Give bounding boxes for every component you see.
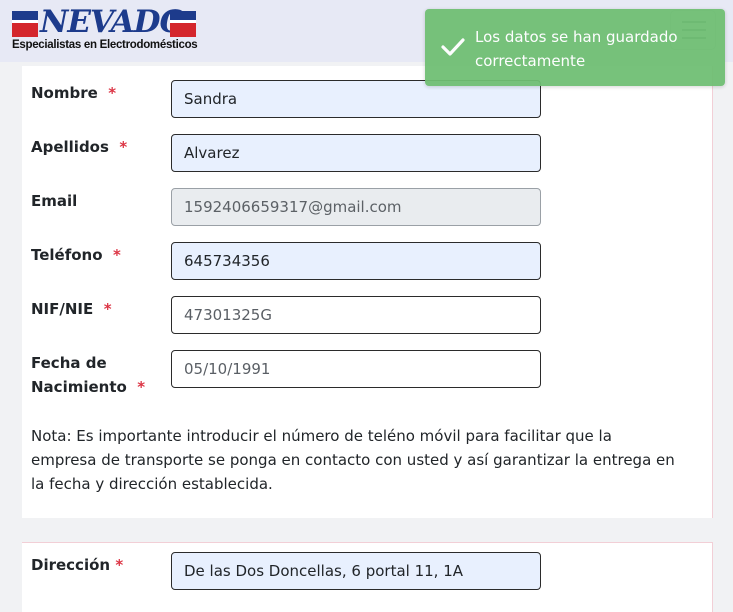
- direccion-label: Dirección *: [31, 556, 124, 574]
- phone-note: Nota: Es importante introducir el número…: [31, 427, 675, 493]
- nevado-logo[interactable]: NEVADO Especialistas en Electrodoméstico…: [12, 4, 198, 52]
- logo-banner: NEVADO: [12, 4, 198, 40]
- logo-subtitle: Especialistas en Electrodomésticos: [12, 39, 198, 51]
- email-field: [171, 188, 541, 226]
- fecha-nacimiento-input[interactable]: [171, 350, 541, 388]
- success-toast[interactable]: Los datos se han guardado correctamente: [425, 9, 725, 86]
- logo-flag-right: [170, 11, 196, 37]
- apellidos-input[interactable]: [171, 134, 541, 172]
- nif-input[interactable]: [171, 296, 541, 334]
- logo-flag-left: [12, 11, 38, 37]
- nombre-label: Nombre *: [31, 84, 117, 102]
- direccion-input[interactable]: [171, 552, 541, 590]
- check-icon: [441, 38, 465, 56]
- nif-label: NIF/NIE *: [31, 300, 112, 318]
- apellidos-label: Apellidos *: [31, 138, 128, 156]
- toast-message: Los datos se han guardado correctamente: [475, 28, 678, 70]
- telefono-label: Teléfono *: [31, 246, 121, 264]
- fecha-nacimiento-label: Fecha de Nacimiento *: [31, 354, 146, 396]
- email-label: Email: [31, 192, 78, 210]
- telefono-input[interactable]: [171, 242, 541, 280]
- logo-wordmark: NEVADO: [40, 4, 187, 40]
